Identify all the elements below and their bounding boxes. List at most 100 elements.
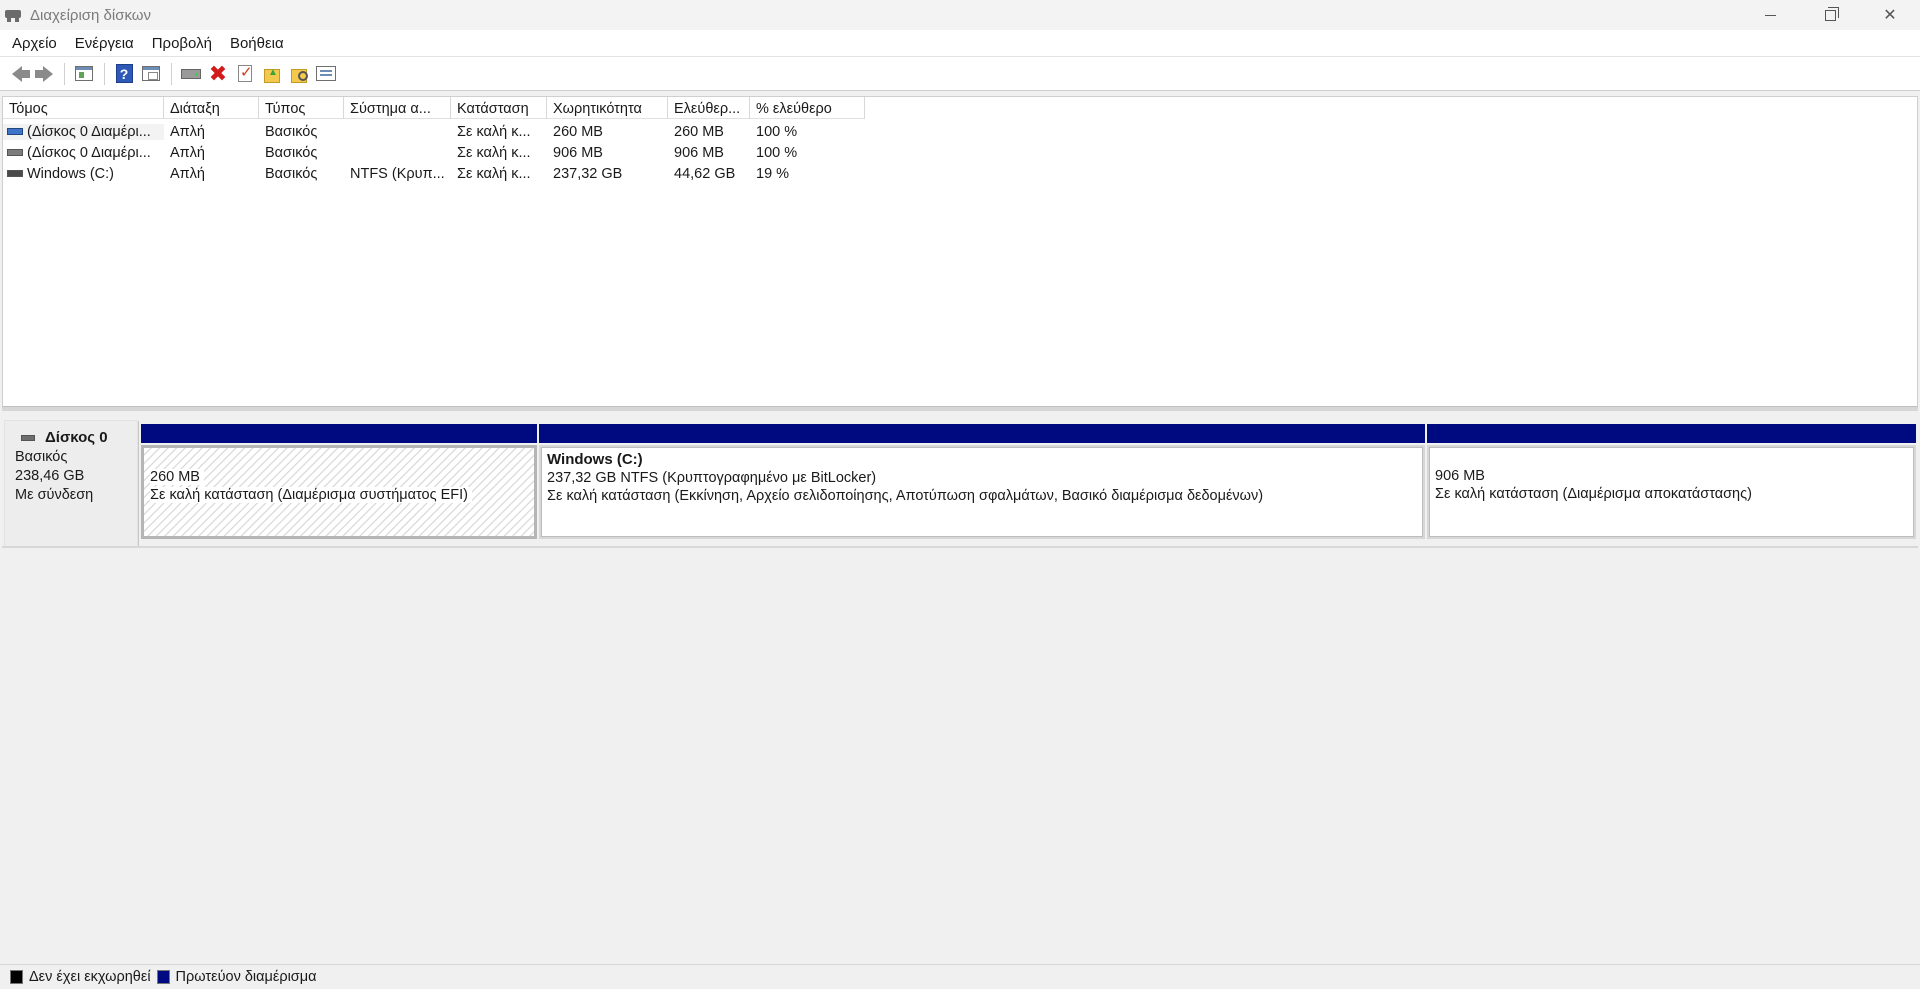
toolbar-separator — [171, 62, 172, 85]
cell-free-space: 260 MB — [674, 123, 724, 140]
column-header-free-space[interactable]: Ελεύθερ... — [668, 97, 750, 119]
partition-size: 237,32 GB NTFS (Κρυπτογραφημένο με BitLo… — [547, 470, 877, 486]
volume-name: (Δίσκος 0 Διαμέρι... — [27, 123, 151, 140]
cell-capacity: 906 MB — [553, 144, 603, 161]
cell-capacity: 260 MB — [553, 123, 603, 140]
cell-capacity: 237,32 GB — [553, 165, 623, 182]
partition-color-bar — [141, 424, 537, 443]
partition-body: Windows (C:) 237,32 GB NTFS (Κρυπτογραφη… — [539, 445, 1425, 539]
volume-icon — [7, 128, 23, 135]
disk-name: Δίσκος 0 — [45, 429, 108, 446]
column-header-volume[interactable]: Τόμος — [3, 97, 164, 119]
disk-0-label[interactable]: Δίσκος 0 Βασικός 238,46 GB Με σύνδεση — [4, 420, 138, 547]
partition-color-bar — [1427, 424, 1916, 443]
volume-icon — [7, 149, 23, 156]
volume-name: (Δίσκος 0 Διαμέρι... — [27, 144, 151, 161]
disk-management-app-icon — [4, 7, 22, 23]
partition-status: Σε καλή κατάσταση (Διαμέρισμα συστήματος… — [150, 487, 472, 503]
partition-status: Σε καλή κατάσταση (Εκκίνηση, Αρχείο σελι… — [547, 488, 1264, 504]
folder-up-button[interactable] — [259, 61, 285, 87]
cell-layout: Απλή — [170, 144, 205, 161]
connect-drive-button[interactable] — [178, 61, 204, 87]
help-icon: ? — [115, 64, 133, 83]
legend-unallocated: Δεν έχει εκχωρηθεί — [10, 969, 151, 985]
disk-type: Βασικός — [15, 449, 68, 465]
cell-layout: Απλή — [170, 165, 205, 182]
legend-swatch-unallocated — [10, 970, 23, 984]
check-icon — [238, 63, 253, 82]
partition-recovery[interactable]: 906 MB Σε καλή κατάσταση (Διαμέρισμα απο… — [1427, 424, 1916, 539]
list-view-button[interactable] — [313, 61, 339, 87]
partition-efi[interactable]: 260 MB Σε καλή κατάσταση (Διαμέρισμα συσ… — [141, 424, 537, 539]
disk-map-pane: Δίσκος 0 Βασικός 238,46 GB Με σύνδεση 26… — [2, 411, 1918, 964]
partition-color-bar — [539, 424, 1425, 443]
close-icon: ✕ — [1883, 7, 1897, 24]
restore-button[interactable] — [1800, 0, 1860, 30]
partition-size: 906 MB — [1435, 468, 1485, 484]
back-button[interactable] — [4, 61, 30, 87]
table-row[interactable]: Windows (C:) Απλή Βασικός NTFS (Κρυπ... … — [3, 163, 865, 184]
cell-status: Σε καλή κ... — [457, 165, 531, 182]
cell-type: Βασικός — [265, 144, 318, 161]
disk-icon — [21, 434, 35, 441]
cell-type: Βασικός — [265, 123, 318, 140]
column-header-filesystem[interactable]: Σύστημα α... — [344, 97, 451, 119]
menu-view[interactable]: Προβολή — [144, 35, 220, 52]
title-bar: Διαχείριση δίσκων — [0, 0, 1920, 30]
legend-label: Δεν έχει εκχωρηθεί — [29, 969, 151, 985]
table-row[interactable]: (Δίσκος 0 Διαμέρι... Απλή Βασικός Σε καλ… — [3, 142, 865, 163]
legend-swatch-primary — [156, 970, 170, 984]
folder-search-icon — [291, 68, 308, 83]
partition-body: 260 MB Σε καλή κατάσταση (Διαμέρισμα συσ… — [141, 445, 537, 539]
cell-free-space: 906 MB — [674, 144, 724, 161]
column-header-status[interactable]: Κατάσταση — [451, 97, 547, 119]
cell-percent-free: 100 % — [756, 123, 798, 140]
partition-body: 906 MB Σε καλή κατάσταση (Διαμέρισμα απο… — [1427, 445, 1916, 539]
forward-button[interactable] — [31, 61, 57, 87]
disk-row-divider — [2, 546, 1918, 548]
cell-volume: Windows (C:) — [3, 166, 164, 182]
window-title: Διαχείριση δίσκων — [30, 6, 152, 24]
disk-state: Με σύνδεση — [15, 487, 94, 503]
minimize-button[interactable] — [1740, 0, 1800, 30]
toolbar: ? ✖ — [0, 56, 1920, 91]
column-header-capacity[interactable]: Χωρητικότητα — [547, 97, 668, 119]
legend-bar: Δεν έχει εκχωρηθεί Πρωτεύον διαμέρισμα — [0, 964, 1920, 989]
partition-name: Windows (C:) — [547, 451, 643, 468]
folder-up-icon — [264, 67, 280, 83]
cell-type: Βασικός — [265, 165, 318, 182]
volume-icon — [7, 170, 23, 177]
help-button[interactable]: ? — [111, 61, 137, 87]
volume-list: Τόμος Διάταξη Τύπος Σύστημα α... Κατάστα… — [2, 96, 1918, 408]
menu-help[interactable]: Βοήθεια — [222, 35, 292, 52]
show-hide-console-tree-icon — [75, 66, 93, 81]
check-button[interactable] — [232, 61, 258, 87]
legend-label: Πρωτεύον διαμέρισμα — [175, 969, 317, 985]
cell-status: Σε καλή κ... — [457, 144, 531, 161]
cell-filesystem: NTFS (Κρυπ... — [350, 165, 445, 182]
volume-list-header: Τόμος Διάταξη Τύπος Σύστημα α... Κατάστα… — [3, 97, 865, 119]
properties-button[interactable] — [138, 61, 164, 87]
minimize-icon — [1764, 14, 1776, 16]
show-hide-console-tree-button[interactable] — [71, 61, 97, 87]
table-row[interactable]: (Δίσκος 0 Διαμέρι... Απλή Βασικός Σε καλ… — [3, 121, 865, 142]
menu-action[interactable]: Ενέργεια — [67, 35, 142, 52]
cell-percent-free: 100 % — [756, 144, 798, 161]
close-button[interactable]: ✕ — [1860, 0, 1920, 30]
column-header-type[interactable]: Τύπος — [259, 97, 344, 119]
forward-arrow-icon — [35, 65, 53, 82]
folder-search-button[interactable] — [286, 61, 312, 87]
legend-primary-partition: Πρωτεύον διαμέρισμα — [156, 969, 317, 985]
partition-windows-c[interactable]: Windows (C:) 237,32 GB NTFS (Κρυπτογραφη… — [539, 424, 1425, 539]
cell-layout: Απλή — [170, 123, 205, 140]
column-header-percent-free[interactable]: % ελεύθερο — [750, 97, 865, 119]
menu-bar: Αρχείο Ενέργεια Προβολή Βοήθεια — [0, 30, 1920, 56]
delete-button[interactable]: ✖ — [205, 61, 231, 87]
disk-title: Δίσκος 0 — [15, 429, 127, 446]
menu-file[interactable]: Αρχείο — [4, 35, 65, 52]
column-header-layout[interactable]: Διάταξη — [164, 97, 259, 119]
cell-free-space: 44,62 GB — [674, 165, 736, 182]
cell-volume: (Δίσκος 0 Διαμέρι... — [3, 123, 164, 140]
connect-drive-icon — [181, 68, 201, 79]
restore-icon — [1824, 6, 1839, 21]
